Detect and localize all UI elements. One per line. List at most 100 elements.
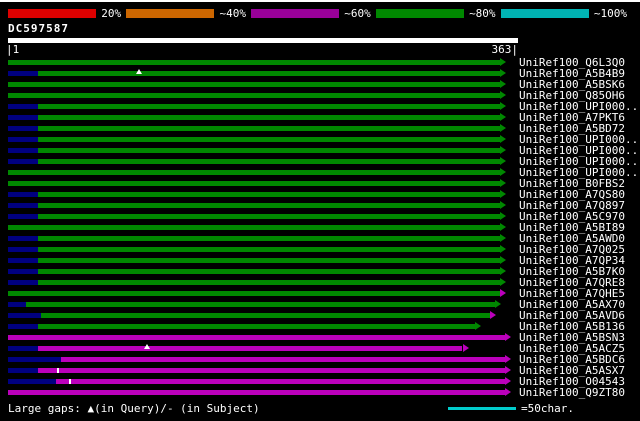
alignment-segment-green (8, 225, 501, 230)
alignment-bar[interactable] (8, 343, 513, 354)
alignment-segment-green (37, 203, 501, 208)
alignment-arrowhead (500, 223, 507, 231)
scale-segment-cyan (500, 9, 589, 18)
alignment-segment-green (8, 60, 501, 65)
alignment-segment-navy (8, 236, 38, 241)
alignment-segment-magenta (8, 335, 506, 340)
alignment-segment-navy (8, 313, 41, 318)
query-axis: |1 363| (6, 43, 518, 56)
scale-segment-green (375, 9, 465, 18)
alignment-segment-navy (8, 324, 38, 329)
alignment-bar[interactable] (8, 123, 513, 134)
alignment-arrowhead (500, 146, 507, 154)
alignment-bar[interactable] (8, 310, 513, 321)
alignment-segment-magenta (55, 379, 506, 384)
alignment-arrowhead (500, 113, 507, 121)
alignment-segment-green (37, 159, 501, 164)
alignment-segment-magenta (61, 357, 506, 362)
alignment-arrowhead (500, 91, 507, 99)
alignment-segment-green (8, 93, 501, 98)
gap-tick (57, 368, 60, 373)
alignment-segment-green (37, 236, 501, 241)
alignment-bar[interactable] (8, 222, 513, 233)
alignment-segment-magenta (37, 346, 463, 351)
alignment-bar[interactable] (8, 332, 513, 343)
alignment-segment-navy (8, 137, 38, 142)
alignment-row: UniRef100_Q9ZT80 (0, 387, 640, 398)
alignment-segment-green (37, 258, 501, 263)
alignment-bar[interactable] (8, 200, 513, 211)
alignment-bar[interactable] (8, 90, 513, 101)
alignment-bar[interactable] (8, 244, 513, 255)
alignment-bar[interactable] (8, 365, 513, 376)
query-gap-marker-icon (143, 344, 150, 349)
scale-label: ~80% (469, 7, 496, 20)
alignment-bar[interactable] (8, 233, 513, 244)
scale-label: ~40% (219, 7, 246, 20)
alignment-arrowhead (495, 300, 502, 308)
alignment-arrowhead (500, 58, 507, 66)
alignment-bar[interactable] (8, 211, 513, 222)
alignment-segment-green (8, 181, 501, 186)
alignment-bar[interactable] (8, 387, 513, 398)
alignment-arrowhead (505, 355, 512, 363)
alignment-bar[interactable] (8, 112, 513, 123)
alignment-arrowhead (500, 69, 507, 77)
alignment-segment-navy (8, 71, 38, 76)
alignment-segment-navy (8, 115, 38, 120)
alignment-bar[interactable] (8, 101, 513, 112)
alignment-bar[interactable] (8, 68, 513, 79)
fifty-char-scale-line (448, 407, 517, 410)
alignment-arrowhead (500, 234, 507, 242)
alignment-bar[interactable] (8, 266, 513, 277)
alignment-segment-green (37, 280, 501, 285)
alignment-arrowhead (500, 80, 507, 88)
alignment-bar[interactable] (8, 288, 513, 299)
alignment-segment-navy (8, 258, 38, 263)
alignment-bar[interactable] (8, 145, 513, 156)
alignment-segment-navy (8, 368, 38, 373)
scale-label: ~60% (344, 7, 371, 20)
alignment-bar[interactable] (8, 354, 513, 365)
alignment-bar[interactable] (8, 156, 513, 167)
alignment-segment-green (37, 137, 501, 142)
alignment-segment-green (8, 291, 501, 296)
top-divider (0, 0, 640, 2)
alignment-arrowhead (500, 179, 507, 187)
alignment-segment-green (37, 192, 501, 197)
query-gap-marker-icon (136, 69, 143, 74)
alignment-segment-green (8, 82, 501, 87)
alignment-arrowhead (475, 322, 482, 330)
alignment-segment-green (40, 313, 491, 318)
alignment-arrowhead (500, 256, 507, 264)
alignment-segment-green (37, 115, 501, 120)
alignment-bar[interactable] (8, 277, 513, 288)
alignment-arrowhead (500, 245, 507, 253)
alignment-arrowhead (500, 289, 507, 297)
alignment-arrowhead (500, 278, 507, 286)
alignment-bar[interactable] (8, 299, 513, 310)
scale-segment-red (8, 9, 97, 18)
alignment-bar[interactable] (8, 79, 513, 90)
alignment-arrowhead (500, 135, 507, 143)
alignment-bar[interactable] (8, 321, 513, 332)
alignment-bar[interactable] (8, 57, 513, 68)
alignment-bar[interactable] (8, 167, 513, 178)
alignment-segment-navy (8, 247, 38, 252)
fifty-char-scale-label: =50char. (521, 402, 574, 415)
alignment-segment-green (37, 214, 501, 219)
alignment-segment-green (37, 126, 501, 131)
alignment-bar[interactable] (8, 134, 513, 145)
alignment-bar[interactable] (8, 376, 513, 387)
alignment-segment-green (37, 247, 501, 252)
alignment-bar[interactable] (8, 255, 513, 266)
footer-legend: Large gaps: ▲(in Query)/- (in Subject) =… (8, 402, 632, 415)
alignment-segment-navy (8, 148, 38, 153)
alignment-bar[interactable] (8, 178, 513, 189)
alignment-arrowhead (500, 168, 507, 176)
alignment-arrowhead (505, 333, 512, 341)
scale-segment-purple (250, 9, 340, 18)
scale-segment-orange (126, 9, 215, 18)
alignment-bar[interactable] (8, 189, 513, 200)
hit-label[interactable]: UniRef100_Q9ZT80 (519, 387, 625, 398)
